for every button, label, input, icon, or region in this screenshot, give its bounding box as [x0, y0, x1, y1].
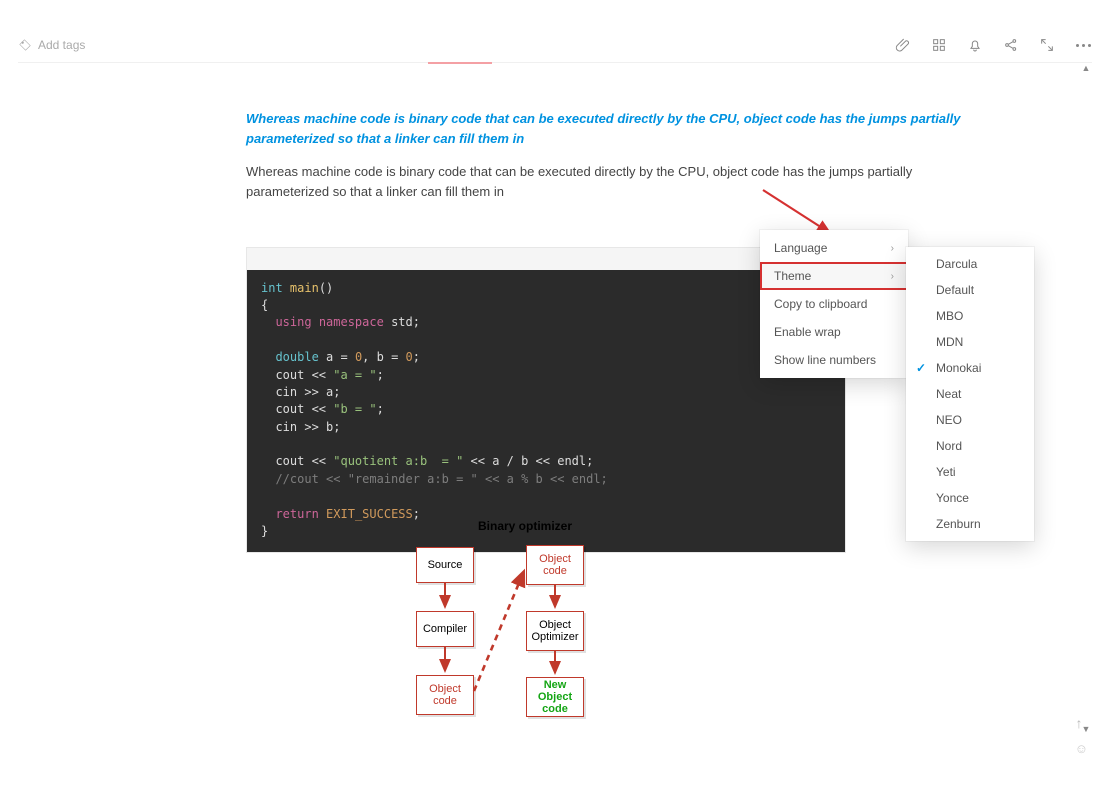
note-body-viewport: Whereas machine code is binary code that…	[18, 62, 1092, 766]
theme-option[interactable]: Darcula	[906, 251, 1050, 277]
paperclip-icon	[895, 37, 911, 53]
menu-item-label: Show line numbers	[774, 353, 876, 367]
template-button[interactable]	[930, 36, 948, 54]
chevron-up-icon: ▲	[1082, 63, 1091, 73]
theme-option[interactable]: Nord	[906, 433, 1050, 459]
add-tags-button[interactable]: Add tags	[18, 38, 85, 52]
grid-icon	[931, 37, 947, 53]
diagram-box-compiler: Compiler	[416, 611, 474, 647]
expand-icon	[1039, 37, 1055, 53]
theme-option[interactable]: MDN	[906, 329, 1050, 355]
diagram-box-new-object-code: New Object code	[526, 677, 584, 717]
share-button[interactable]	[1002, 36, 1020, 54]
tag-icon	[18, 38, 32, 52]
note-toolbar: Add tags	[18, 28, 1092, 62]
theme-option[interactable]: Monokai	[906, 355, 1050, 381]
bell-icon	[967, 37, 983, 53]
diagram-box-source: Source	[416, 547, 474, 583]
expand-button[interactable]	[1038, 36, 1056, 54]
menu-item-label: Copy to clipboard	[774, 297, 867, 311]
share-icon	[1003, 37, 1019, 53]
emoji-picker-button[interactable]: ☺	[1075, 741, 1088, 756]
diagram-box-object-code-right: Object code	[526, 545, 584, 585]
menu-item-wrap[interactable]: Enable wrap	[760, 318, 908, 346]
theme-option[interactable]: Yeti	[906, 459, 1050, 485]
stray-highlight	[428, 62, 492, 64]
menu-item-label: Enable wrap	[774, 325, 841, 339]
menu-item-line-numbers[interactable]: Show line numbers	[760, 346, 908, 374]
code-block-header: C#	[247, 248, 845, 270]
add-tags-label: Add tags	[38, 38, 85, 52]
theme-submenu: DarculaDefaultMBOMDNMonokaiNeatNEONordYe…	[906, 247, 1034, 541]
vertical-scrollbar[interactable]: ▲ ▼	[1080, 61, 1092, 766]
theme-option[interactable]: Zenburn	[906, 511, 1050, 537]
more-horizontal-icon	[1076, 44, 1091, 47]
menu-item-copy[interactable]: Copy to clipboard	[760, 290, 908, 318]
chevron-right-icon: ›	[891, 243, 894, 254]
more-actions-button[interactable]	[1074, 36, 1092, 54]
theme-option[interactable]: Default	[906, 277, 1050, 303]
body-paragraph: Whereas machine code is binary code that…	[246, 162, 980, 202]
theme-option[interactable]: MBO	[906, 303, 1050, 329]
reminder-button[interactable]	[966, 36, 984, 54]
menu-item-theme[interactable]: Theme ›	[760, 262, 908, 290]
theme-option[interactable]: Yonce	[906, 485, 1050, 511]
diagram-box-object-code-left: Object code	[416, 675, 474, 715]
menu-item-label: Theme	[774, 269, 811, 283]
emphasized-quote: Whereas machine code is binary code that…	[246, 109, 980, 149]
scroll-to-top-button[interactable]: ↑	[1070, 714, 1088, 732]
code-block-body[interactable]: int main() { using namespace std; double…	[247, 270, 845, 553]
menu-item-label: Language	[774, 241, 827, 255]
chevron-right-icon: ›	[891, 271, 894, 282]
menu-item-language[interactable]: Language ›	[760, 234, 908, 262]
code-block: C# int main() { using namespace std; dou…	[246, 247, 846, 554]
scroll-up-button[interactable]: ▲	[1080, 61, 1092, 75]
code-block-menu: Language › Theme › Copy to clipboard Enabl…	[760, 230, 908, 378]
diagram-box-object-optimizer: Object Optimizer	[526, 611, 584, 651]
diagram-title: Binary optimizer	[410, 519, 640, 533]
theme-option[interactable]: NEO	[906, 407, 1050, 433]
attachment-button[interactable]	[894, 36, 912, 54]
theme-option[interactable]: Neat	[906, 381, 1050, 407]
